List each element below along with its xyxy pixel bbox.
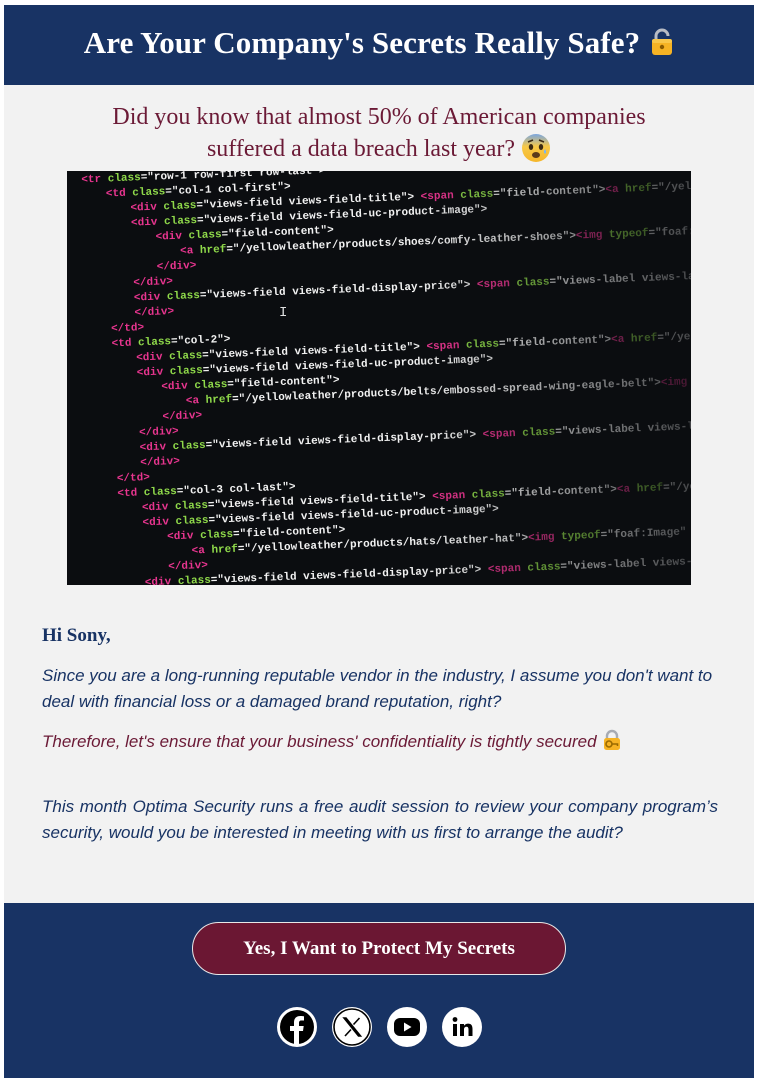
email-container: Are Your Company's Secrets Really Safe? … — [4, 5, 754, 1078]
youtube-icon[interactable] — [386, 1007, 427, 1047]
code-screenshot: <tr class="row-1 row-first row-last"> <t… — [67, 171, 691, 585]
protect-secrets-button[interactable]: Yes, I Want to Protect My Secrets — [192, 922, 566, 975]
social-links — [4, 1007, 754, 1047]
page-title: Are Your Company's Secrets Really Safe? — [84, 25, 674, 65]
intro-line-1: Did you know that almost 50% of American… — [112, 104, 646, 130]
lock-icon — [650, 27, 674, 65]
header-banner: Are Your Company's Secrets Really Safe? — [4, 5, 754, 85]
paragraph-2: Therefore, let's ensure that your busine… — [42, 729, 718, 759]
anxious-face-icon — [521, 133, 551, 172]
paragraph-3: This month Optima Security runs a free a… — [42, 797, 718, 842]
linkedin-icon[interactable] — [441, 1007, 482, 1047]
footer: Yes, I Want to Protect My Secrets — [4, 903, 754, 1078]
x-icon[interactable] — [331, 1007, 372, 1047]
paragraph-2-text: Therefore, let's ensure that your busine… — [42, 732, 597, 751]
greeting: Hi Sony, — [42, 625, 111, 646]
locked-with-key-icon — [601, 729, 623, 759]
intro-text: Did you know that almost 50% of American… — [4, 101, 754, 172]
intro-line-2: suffered a data breach last year? — [206, 136, 516, 162]
paragraph-1: Since you are a long-running reputable v… — [42, 666, 713, 711]
facebook-icon[interactable] — [276, 1007, 317, 1047]
